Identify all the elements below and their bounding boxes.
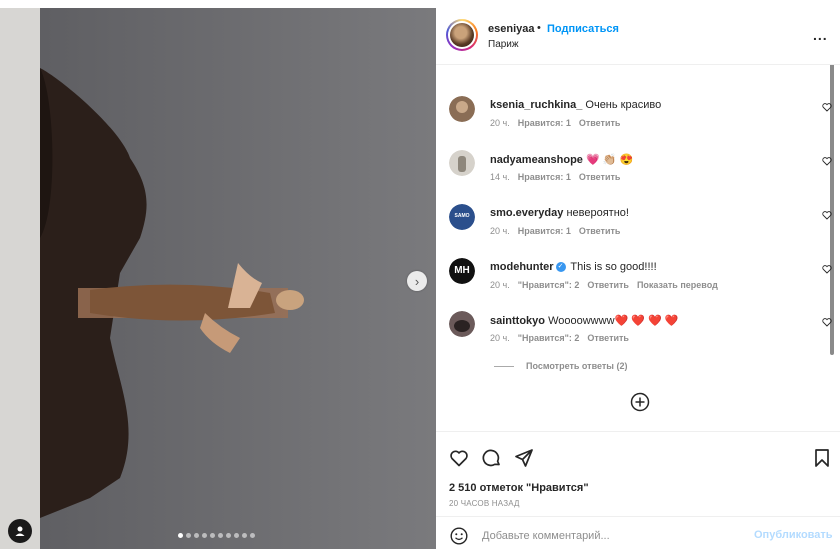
comment-likes[interactable]: Нравится: 1: [518, 226, 571, 236]
comment-time[interactable]: 20 ч.: [490, 118, 510, 128]
comment-time[interactable]: 14 ч.: [490, 172, 510, 182]
comment-likes[interactable]: Нравится: 1: [518, 172, 571, 182]
next-slide-button[interactable]: ›: [407, 271, 427, 291]
publish-button[interactable]: Опубликовать: [754, 529, 833, 541]
like-comment-icon[interactable]: [822, 102, 832, 112]
comment-username[interactable]: sainttokyo: [490, 315, 545, 327]
comment-username[interactable]: nadyameanshope: [490, 154, 583, 166]
post-photo: [0, 8, 436, 549]
carousel-dot: [242, 533, 247, 538]
emoji-icon[interactable]: [450, 527, 468, 545]
comment-item: nadyameanshope 💗 👏🏼 😍 14 ч. Нравится: 1 От…: [436, 150, 840, 200]
post-actions: 2 510 отметок "Нравится" 20 ЧАСОВ НАЗАД …: [436, 431, 840, 550]
comment-text: Woooowwww❤️ ❤️ ❤️ ❤️: [548, 315, 679, 327]
carousel-dot: [178, 533, 183, 538]
chevron-right-icon: ›: [414, 273, 420, 289]
carousel-dot: [218, 533, 223, 538]
post-sidebar: eseniyaa • Подписаться Париж ... ksenia_…: [436, 8, 840, 549]
avatar-initials: MH: [454, 265, 470, 276]
carousel-dot: [234, 533, 239, 538]
comment-text: невероятно!: [566, 207, 629, 219]
reply-button[interactable]: Ответить: [587, 333, 629, 343]
likes-count[interactable]: 2 510 отметок "Нравится": [449, 482, 589, 494]
carousel-dot: [226, 533, 231, 538]
author-username[interactable]: eseniyaa: [488, 23, 534, 35]
more-options-icon[interactable]: ...: [813, 27, 828, 43]
comment-time[interactable]: 20 ч.: [490, 226, 510, 236]
comment-likes[interactable]: Нравится: 1: [518, 118, 571, 128]
add-comment-bar: Опубликовать: [436, 516, 840, 551]
carousel-dot: [250, 533, 255, 538]
post-timestamp[interactable]: 20 ЧАСОВ НАЗАД: [449, 499, 520, 508]
like-comment-icon[interactable]: [822, 210, 832, 220]
carousel-dot: [202, 533, 207, 538]
comment-item: sainttokyo Woooowwww❤️ ❤️ ❤️ ❤️ 20 ч. "Нр…: [436, 311, 840, 361]
post-location[interactable]: Париж: [488, 39, 519, 50]
comment-text: 💗 👏🏼 😍: [585, 154, 634, 166]
comment-time[interactable]: 20 ч.: [490, 333, 510, 343]
share-icon[interactable]: [514, 448, 534, 468]
reply-button[interactable]: Ответить: [579, 118, 621, 128]
comment-item: ksenia_ruchkina_ Очень красиво 20 ч. Нрав…: [436, 96, 840, 146]
comment-username[interactable]: modehunter: [490, 261, 554, 273]
comment-avatar[interactable]: [449, 311, 475, 337]
like-comment-icon[interactable]: [822, 156, 832, 166]
separator-dot: •: [537, 22, 541, 34]
reply-button[interactable]: Ответить: [579, 172, 621, 182]
view-replies-button[interactable]: Посмотреть ответы (2): [494, 361, 627, 371]
comments-list[interactable]: ksenia_ruchkina_ Очень красиво 20 ч. Нрав…: [436, 65, 840, 432]
translate-button[interactable]: Показать перевод: [637, 280, 718, 290]
carousel-dot: [186, 533, 191, 538]
comment-likes[interactable]: "Нравится": 2: [518, 333, 580, 343]
post-media[interactable]: ›: [0, 8, 436, 549]
comment-text: Очень красиво: [585, 99, 662, 111]
carousel-indicator: [178, 533, 255, 538]
comment-avatar[interactable]: [449, 150, 475, 176]
comment-username[interactable]: ksenia_ruchkina_: [490, 99, 582, 111]
comment-item: SAMO smo.everyday невероятно! 20 ч. Нрави…: [436, 204, 840, 254]
save-bookmark-icon[interactable]: [812, 448, 832, 468]
load-more-comments-icon[interactable]: [630, 392, 650, 412]
verified-badge-icon: ✓: [555, 262, 566, 273]
carousel-dot: [194, 533, 199, 538]
carousel-dot: [210, 533, 215, 538]
comment-icon[interactable]: [482, 448, 502, 468]
post-header: eseniyaa • Подписаться Париж ...: [436, 8, 840, 65]
tagged-users-button[interactable]: [8, 519, 32, 543]
author-avatar[interactable]: [446, 19, 478, 51]
comment-avatar[interactable]: [449, 96, 475, 122]
comment-item: MH modehunter ✓ This is so good!!!! 20 ч.…: [436, 258, 840, 308]
comment-text: This is so good!!!!: [570, 261, 657, 273]
post-dialog: › eseniyaa • Подписаться Париж ... kseni…: [0, 8, 840, 549]
like-comment-icon[interactable]: [822, 317, 832, 327]
reply-button[interactable]: Ответить: [587, 280, 629, 290]
user-icon: [15, 526, 25, 536]
comment-time[interactable]: 20 ч.: [490, 280, 510, 290]
follow-button[interactable]: Подписаться: [547, 23, 619, 35]
like-icon[interactable]: [449, 448, 469, 468]
comment-input[interactable]: [480, 526, 744, 546]
comment-username[interactable]: smo.everyday: [490, 207, 563, 219]
comment-likes[interactable]: "Нравится": 2: [518, 280, 580, 290]
reply-button[interactable]: Ответить: [579, 226, 621, 236]
like-comment-icon[interactable]: [822, 264, 832, 274]
avatar-initials: SAMO: [454, 213, 470, 219]
